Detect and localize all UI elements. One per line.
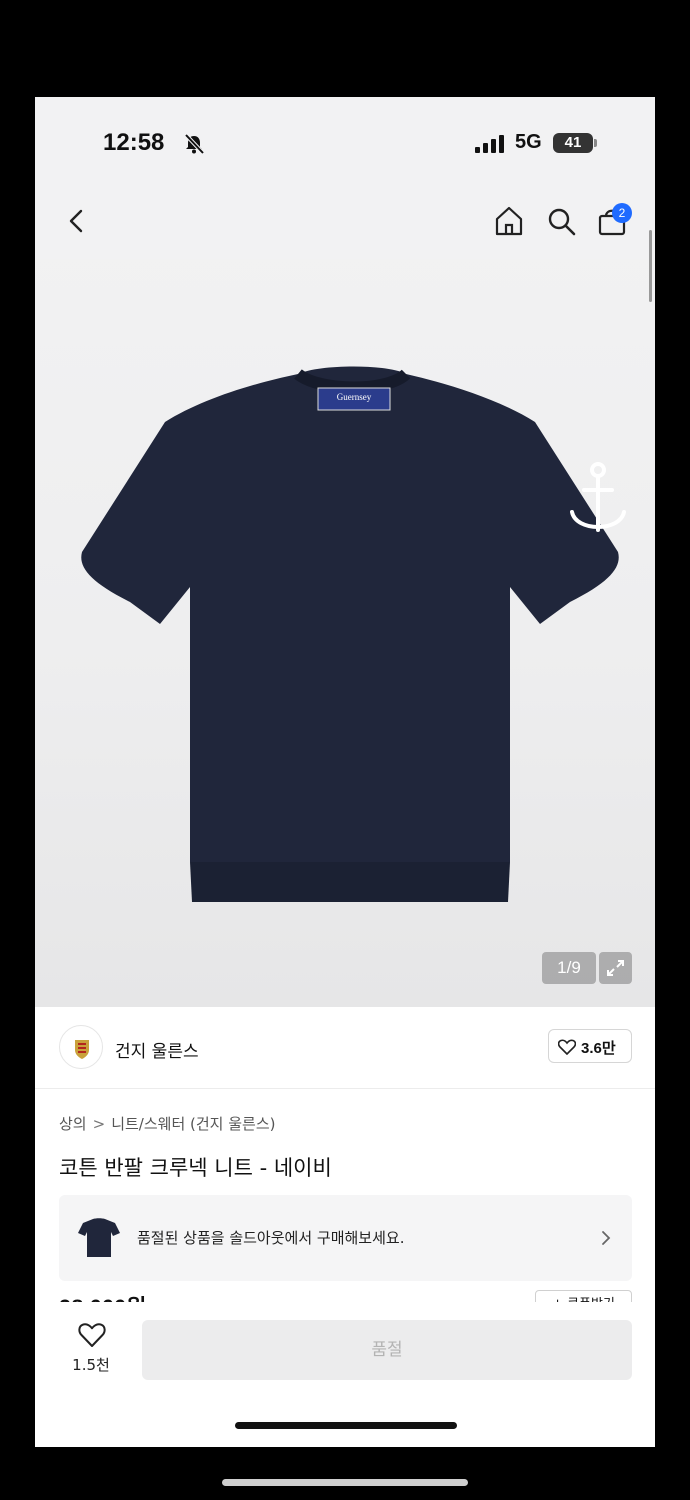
product-image: Guernsey	[81, 366, 626, 902]
network-type: 5G	[515, 131, 542, 153]
app-screen: Guernsey 1/9 12:58 5G 41 2 건지 울른스 3.6만 상…	[35, 97, 655, 1447]
bottom-action-bar: 1.5천 품절	[35, 1302, 655, 1447]
wishlist-count: 1.5천	[72, 1356, 110, 1374]
home-icon[interactable]	[491, 203, 527, 239]
brand-row[interactable]: 건지 울른스 3.6만	[35, 1007, 655, 1089]
breadcrumb-subcategory[interactable]: 니트/스웨터 (건지 울른스)	[111, 1115, 275, 1133]
image-counter: 1/9	[542, 952, 596, 984]
top-nav	[35, 189, 655, 259]
signal-icon	[475, 135, 504, 153]
scrollbar[interactable]	[649, 230, 652, 302]
banner-product-thumbnail	[78, 1218, 120, 1257]
brand-logo[interactable]	[59, 1025, 103, 1069]
guernsey-label: Guernsey	[337, 392, 372, 402]
search-icon[interactable]	[543, 203, 579, 239]
expand-icon	[607, 960, 624, 976]
soldout-banner[interactable]: 품절된 상품을 솔드아웃에서 구매해보세요.	[59, 1195, 632, 1281]
status-bar: 12:58 5G 41	[35, 97, 655, 189]
product-title: 코튼 반팔 크루넥 니트 - 네이비	[59, 1156, 332, 1180]
wishlist-button[interactable]: 1.5천	[63, 1322, 119, 1376]
brand-name[interactable]: 건지 울른스	[115, 1037, 199, 1062]
back-icon[interactable]	[59, 203, 95, 239]
breadcrumb: 상의 > 니트/스웨터 (건지 울른스)	[59, 1113, 275, 1134]
breadcrumb-category[interactable]: 상의	[59, 1115, 87, 1133]
soldout-buy-button[interactable]: 품절	[142, 1320, 632, 1380]
clock: 12:58	[103, 129, 165, 156]
heart-icon	[558, 1039, 576, 1055]
home-indicator	[235, 1422, 457, 1429]
battery-level: 41	[553, 133, 593, 153]
outer-home-indicator	[222, 1479, 468, 1486]
heart-icon	[78, 1323, 106, 1347]
brand-like-button[interactable]: 3.6만	[548, 1029, 632, 1063]
brand-crest-icon	[75, 1040, 89, 1059]
brand-like-count: 3.6만	[581, 1040, 616, 1057]
cart-badge: 2	[612, 203, 632, 223]
expand-button[interactable]	[599, 952, 632, 984]
soldout-banner-text: 품절된 상품을 솔드아웃에서 구매해보세요.	[137, 1229, 405, 1247]
breadcrumb-separator: >	[92, 1115, 106, 1133]
chevron-right-icon	[602, 1231, 611, 1245]
battery-tip	[594, 139, 597, 147]
bell-slash-icon	[184, 133, 205, 155]
